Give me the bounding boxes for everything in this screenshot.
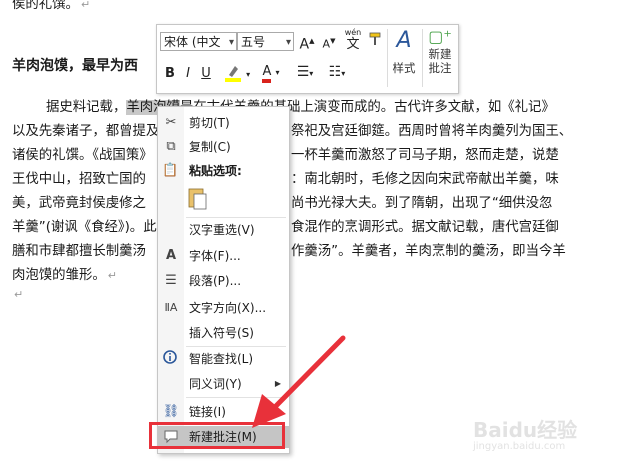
watermark-text: Baidu经验 <box>473 418 578 442</box>
annotation-arrow-icon <box>252 335 346 428</box>
watermark-subtext: jingyan.baidu.com <box>473 441 566 452</box>
watermark-logo: Baidu经验 jingyan.baidu.com <box>473 414 578 452</box>
